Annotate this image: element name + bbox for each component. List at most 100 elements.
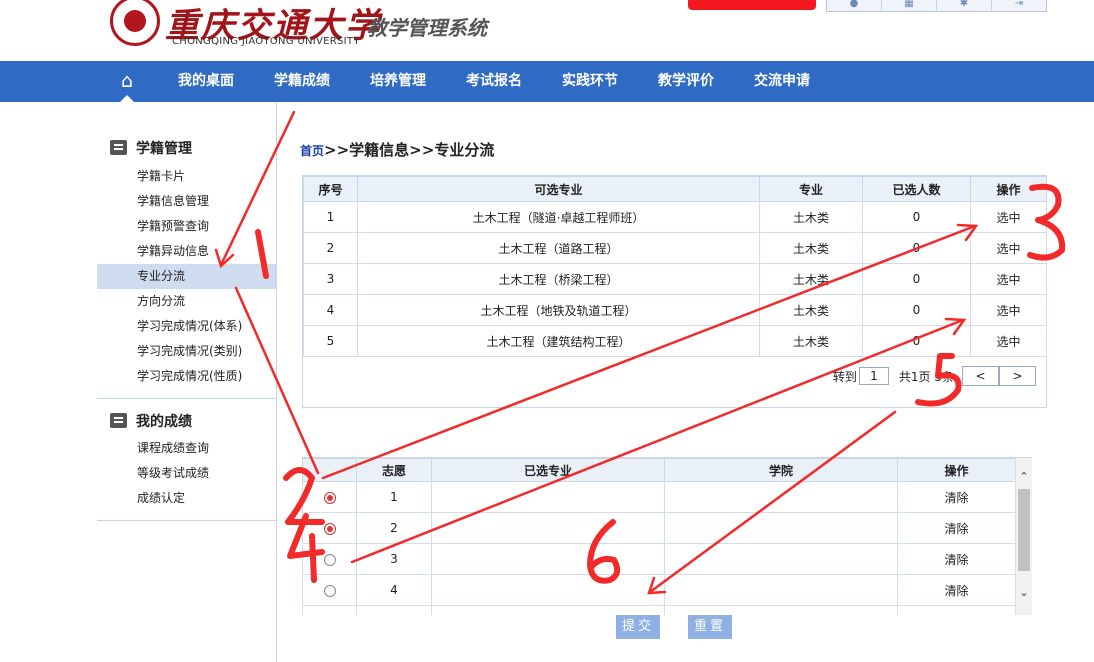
sidebar-item-progress-nature[interactable]: 学习完成情况(性质) [97,364,276,389]
sidebar-item-course-grades[interactable]: 课程成绩查询 [97,436,276,461]
wish-college [664,574,898,606]
sidebar-item-progress-category[interactable]: 学习完成情况(类别) [97,339,276,364]
sidebar-divider [97,398,276,399]
nav-item-evaluation[interactable]: 教学评价 [658,61,714,102]
page-summary: 共1页 5条 [898,369,954,384]
wish-radio[interactable] [323,553,336,566]
nav-item-status-grades[interactable]: 学籍成绩 [274,61,330,102]
breadcrumb-home-link[interactable]: 首页 [300,144,324,158]
clear-link[interactable]: 清除 [897,543,1016,575]
select-link[interactable]: 选中 [970,201,1047,233]
major-category: 土木类 [759,232,863,264]
logout-icon[interactable]: ⇥ [991,0,1046,11]
nav-item-practice[interactable]: 实践环节 [562,61,618,102]
row-number: 1 [303,201,358,233]
sidebar-item-status-change[interactable]: 学籍异动信息 [97,239,276,264]
wish-table: 志愿 已选专业 学院 操作 1 清除 2 清除 3 清除 4 清除 [302,458,1016,615]
clear-link[interactable]: 清除 [897,605,1016,615]
column-header: 序号 [303,176,358,202]
goto-label: 转到 [832,369,857,384]
major-link[interactable]: 土木工程（地铁及轨道工程） [357,294,760,326]
wish-college [664,481,898,513]
radio-cell [302,543,357,575]
major-table-panel: 序号 可选专业 专业 已选人数 操作 1 土木工程（隧道·卓越工程师班） 土木类… [302,175,1047,408]
wish-number: 1 [356,481,432,513]
sidebar-item-warning[interactable]: 学籍预警查询 [97,214,276,239]
selected-count: 0 [862,201,971,233]
sidebar-group-label: 我的成绩 [136,414,192,430]
wish-college [664,605,898,615]
sidebar-divider [97,520,276,521]
sidebar-item-status-card[interactable]: 学籍卡片 [97,164,276,189]
avatar-icon[interactable]: ● [827,0,881,11]
major-link[interactable]: 土木工程（建筑结构工程） [357,325,760,357]
list-icon [110,413,127,428]
table-row: 清除 [302,605,1016,615]
sidebar-item-status-info[interactable]: 学籍信息管理 [97,189,276,214]
table-row: 5 土木工程（建筑结构工程） 土木类 0 选中 [303,325,1047,357]
nav-item-desktop[interactable]: 我的桌面 [178,61,234,102]
select-link[interactable]: 选中 [970,294,1047,326]
nav-item-training[interactable]: 培养管理 [370,61,426,102]
row-number: 3 [303,263,358,295]
wish-major [431,574,665,606]
wish-major [431,512,665,544]
table-row: 2 清除 [302,512,1016,544]
sidebar-group-grades[interactable]: 我的成绩 [110,411,192,431]
major-category: 土木类 [759,201,863,233]
wish-number: 3 [356,543,432,575]
next-page-button[interactable]: > [999,366,1036,386]
select-link[interactable]: 选中 [970,263,1047,295]
system-title: 教学管理系统 [367,16,487,40]
selected-count: 0 [862,325,971,357]
table-row: 1 清除 [302,481,1016,513]
prev-page-button[interactable]: < [962,366,999,386]
major-link[interactable]: 土木工程（桥梁工程） [357,263,760,295]
major-category: 土木类 [759,294,863,326]
row-number: 5 [303,325,358,357]
nav-item-exam-signup[interactable]: 考试报名 [466,61,522,102]
sidebar-item-level-exam[interactable]: 等级考试成绩 [97,461,276,486]
radio-cell [302,512,357,544]
wish-radio-selected[interactable] [323,491,336,504]
selected-count: 0 [862,232,971,264]
wish-radio-selected[interactable] [323,522,336,535]
breadcrumb: 首页>>学籍信息>>专业分流 [300,139,494,160]
radio-cell [302,574,357,606]
sidebar-group-label: 学籍管理 [136,141,192,157]
sidebar-item-grade-recognition[interactable]: 成绩认定 [97,486,276,511]
major-link[interactable]: 土木工程（隧道·卓越工程师班） [357,201,760,233]
column-header-radio [302,458,357,482]
submit-button[interactable]: 提交 [616,615,660,639]
grid-icon[interactable]: ▦ [881,0,936,11]
sidebar-item-progress-system[interactable]: 学习完成情况(体系) [97,314,276,339]
reset-button[interactable]: 重置 [688,615,732,639]
nav-active-indicator [108,95,148,102]
wish-college [664,543,898,575]
select-link[interactable]: 选中 [970,232,1047,264]
column-header: 操作 [897,458,1016,482]
select-link[interactable]: 选中 [970,325,1047,357]
page-number-input[interactable]: 1 [858,367,889,385]
sidebar-item-major-split[interactable]: 专业分流 [97,264,276,289]
header-toolbar: ● ▦ ✱ ⇥ [826,0,1047,12]
column-header: 操作 [970,176,1047,202]
home-icon[interactable]: ⌂ [116,71,138,91]
scrollbar-thumb[interactable] [1018,489,1030,571]
column-header: 志愿 [356,458,432,482]
sidebar-group-student-status[interactable]: 学籍管理 [110,138,192,158]
wish-major [431,605,665,615]
clear-link[interactable]: 清除 [897,574,1016,606]
sidebar-item-direction-split[interactable]: 方向分流 [97,289,276,314]
major-link[interactable]: 土木工程（道路工程） [357,232,760,264]
column-header: 学院 [664,458,898,482]
row-number: 2 [303,232,358,264]
scroll-up-icon[interactable]: ⌃ [1016,468,1032,485]
settings-icon[interactable]: ✱ [936,0,991,11]
nav-item-exchange[interactable]: 交流申请 [754,61,810,102]
scroll-down-icon[interactable]: ⌄ [1016,584,1032,601]
wish-radio[interactable] [323,584,336,597]
wish-table-scrollbar[interactable]: ⌃ ⌄ [1015,458,1032,615]
clear-link[interactable]: 清除 [897,481,1016,513]
clear-link[interactable]: 清除 [897,512,1016,544]
